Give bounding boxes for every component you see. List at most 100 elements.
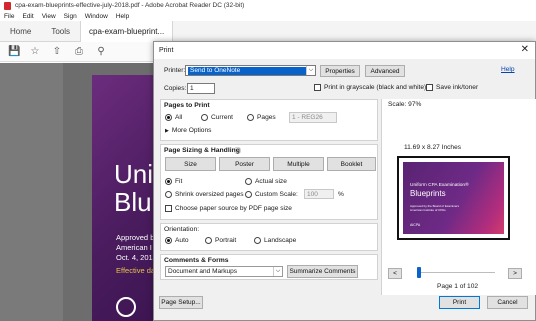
thumb-line2: Blueprints — [410, 189, 446, 198]
shrink-label: Shrink oversized pages — [175, 191, 244, 198]
close-icon[interactable]: ✕ — [521, 45, 529, 55]
shrink-radio[interactable] — [165, 191, 172, 198]
pages-all-radio[interactable] — [165, 114, 172, 121]
choose-paper-option[interactable]: Choose paper source by PDF page size — [165, 205, 292, 212]
pages-range-value: 1 - REG26 — [292, 114, 323, 121]
custom-scale-field[interactable]: 100 — [304, 189, 334, 199]
choose-paper-label: Choose paper source by PDF page size — [175, 205, 292, 212]
multiple-button[interactable]: Multiple — [273, 157, 324, 171]
shrink-option[interactable]: Shrink oversized pages — [165, 191, 244, 198]
cover-title-line1: Unif — [114, 159, 156, 189]
orientation-landscape-option[interactable]: Landscape — [254, 237, 296, 244]
page-sizing-panel: Page Sizing & Handling ⓘ Size Poster Mul… — [160, 144, 378, 220]
comments-forms-title: Comments & Forms — [164, 257, 229, 264]
orientation-auto-radio[interactable] — [165, 237, 172, 244]
size-button[interactable]: Size — [165, 157, 216, 171]
pages-range-radio[interactable] — [247, 114, 254, 121]
tab-document[interactable]: cpa-exam-blueprint... — [80, 20, 174, 42]
print-dialog: Print ✕ Printer: Send to OneNote ⌵ Prope… — [153, 41, 536, 321]
menu-help[interactable]: Help — [116, 13, 129, 20]
info-icon[interactable]: ⓘ — [234, 146, 241, 156]
pages-current-radio[interactable] — [201, 114, 208, 121]
cover-title-line2: Blu — [114, 187, 152, 217]
grayscale-label: Print in grayscale (black and white) — [324, 84, 427, 91]
pages-to-print-panel: Pages to Print All Current Pages 1 - REG… — [160, 99, 378, 141]
fit-label: Fit — [175, 178, 183, 185]
orientation-landscape-radio[interactable] — [254, 237, 261, 244]
comments-forms-select[interactable]: Document and Markups ⌵ — [165, 266, 283, 277]
chevron-down-icon: ⌵ — [273, 267, 282, 276]
save-ink-option[interactable]: Save ink/toner — [426, 84, 478, 91]
menu-view[interactable]: View — [42, 13, 56, 20]
copies-field[interactable]: 1 — [187, 83, 215, 94]
fit-radio[interactable] — [165, 178, 172, 185]
orientation-auto-option[interactable]: Auto — [165, 237, 189, 244]
help-link[interactable]: Help — [501, 66, 515, 73]
cover-subtitle-4: Effective da — [116, 266, 156, 275]
menu-bar: File Edit View Sign Window Help — [0, 11, 536, 21]
expand-triangle-icon: ▶ — [165, 127, 169, 134]
copies-label: Copies: — [164, 85, 187, 92]
page-slider-track[interactable] — [420, 272, 495, 273]
choose-paper-checkbox[interactable] — [165, 205, 172, 212]
pages-current-option[interactable]: Current — [201, 114, 233, 121]
grayscale-checkbox[interactable] — [314, 84, 321, 91]
page-slider-thumb[interactable] — [417, 267, 421, 278]
more-options-toggle[interactable]: ▶ More Options — [165, 127, 211, 134]
pages-range-label: Pages — [257, 114, 276, 121]
left-gutter — [0, 63, 63, 321]
fit-option[interactable]: Fit — [165, 178, 182, 185]
pages-range-field[interactable]: 1 - REG26 — [289, 112, 337, 123]
custom-scale-radio[interactable] — [245, 191, 252, 198]
percent-label: % — [338, 191, 344, 198]
page-setup-button[interactable]: Page Setup... — [159, 296, 203, 309]
custom-scale-option[interactable]: Custom Scale: — [245, 191, 298, 198]
cover-subtitle-1: Approved b — [116, 233, 155, 242]
booklet-button[interactable]: Booklet — [327, 157, 376, 171]
printer-select[interactable]: Send to OneNote ⌵ — [185, 65, 316, 76]
menu-sign[interactable]: Sign — [64, 13, 77, 20]
more-options-label: More Options — [171, 127, 212, 134]
actual-size-radio[interactable] — [245, 178, 252, 185]
thumb-line1: Uniform CPA Examination® — [410, 183, 469, 188]
dialog-title-bar: Print ✕ — [154, 42, 535, 59]
orientation-landscape-label: Landscape — [264, 237, 297, 244]
window-title: cpa-exam-blueprints-effective-july-2018.… — [15, 2, 245, 9]
actual-size-label: Actual size — [255, 178, 287, 185]
thumb-logo: AICPA — [410, 223, 421, 227]
tab-tools[interactable]: Tools — [41, 27, 80, 36]
window-title-bar: cpa-exam-blueprints-effective-july-2018.… — [0, 0, 536, 11]
pages-all-option[interactable]: All — [165, 114, 182, 121]
pages-range-option[interactable]: Pages — [247, 114, 276, 121]
page-sizing-title: Page Sizing & Handling — [164, 147, 240, 154]
upload-icon[interactable]: ⇧ — [52, 46, 62, 57]
page-preview: Uniform CPA Examination® Blueprints Appr… — [397, 156, 510, 240]
menu-edit[interactable]: Edit — [22, 13, 33, 20]
printer-label: Printer: — [164, 67, 186, 74]
acrobat-icon — [4, 1, 11, 10]
save-ink-checkbox[interactable] — [426, 84, 433, 91]
thumb-line4: American Institute of CPAs — [410, 208, 446, 212]
tab-home[interactable]: Home — [0, 27, 41, 36]
prev-page-button[interactable]: < — [388, 268, 402, 279]
orientation-panel: Orientation: Auto Portrait Landscape — [160, 223, 378, 251]
actual-size-option[interactable]: Actual size — [245, 178, 287, 185]
search-icon[interactable]: ⚲ — [96, 46, 106, 57]
menu-file[interactable]: File — [4, 13, 14, 20]
bookmark-star-icon[interactable]: ☆ — [30, 46, 40, 57]
print-button[interactable]: Print — [439, 296, 480, 309]
advanced-button[interactable]: Advanced — [365, 65, 405, 77]
menu-window[interactable]: Window — [85, 13, 108, 20]
save-ink-label: Save ink/toner — [436, 84, 479, 91]
properties-button[interactable]: Properties — [320, 65, 360, 77]
grayscale-option[interactable]: Print in grayscale (black and white) — [314, 84, 426, 91]
poster-button[interactable]: Poster — [219, 157, 270, 171]
orientation-portrait-radio[interactable] — [205, 237, 212, 244]
print-icon[interactable]: ⎙ — [74, 46, 84, 57]
save-icon[interactable]: 💾 — [8, 46, 20, 57]
page-dimensions: 11.69 x 8.27 Inches — [404, 144, 462, 151]
cancel-button[interactable]: Cancel — [487, 296, 528, 309]
next-page-button[interactable]: > — [508, 268, 522, 279]
orientation-portrait-option[interactable]: Portrait — [205, 237, 236, 244]
summarize-comments-button[interactable]: Summarize Comments — [287, 265, 358, 278]
